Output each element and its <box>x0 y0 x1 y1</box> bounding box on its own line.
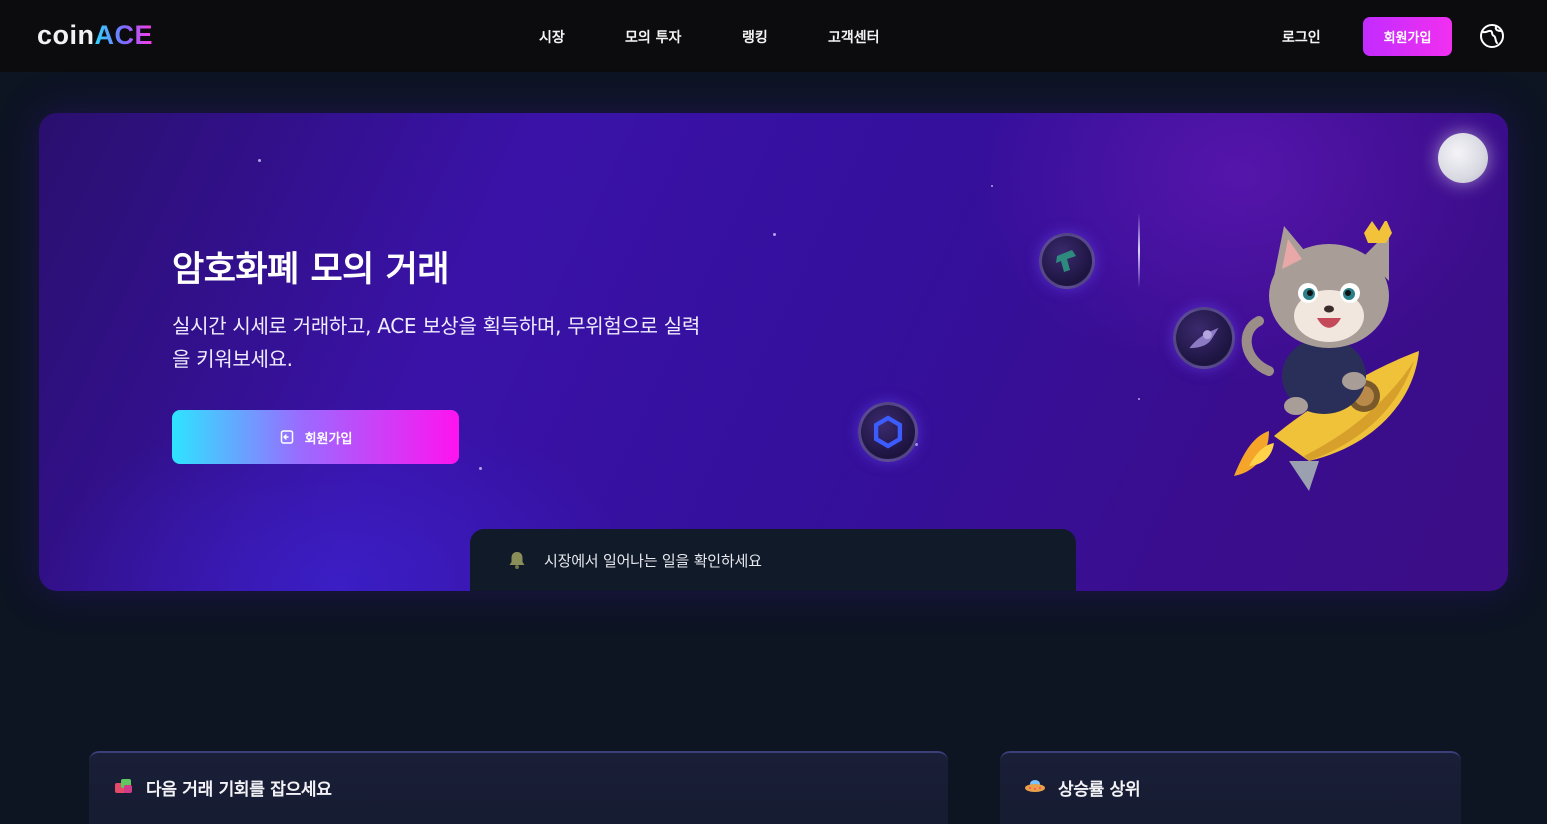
nav-item-mock-trading[interactable]: 모의 투자 <box>625 27 681 47</box>
shooting-star-decoration <box>1138 213 1140 288</box>
star-decoration <box>773 233 776 236</box>
top-gainers-panel-title: 상승률 상위 <box>1058 780 1141 800</box>
coin-illustration <box>1039 233 1095 289</box>
nav-item-market[interactable]: 시장 <box>539 27 565 47</box>
chainlink-coin-icon <box>873 415 903 449</box>
globe-icon[interactable] <box>1479 23 1505 49</box>
gift-icon <box>115 779 132 793</box>
top-navigation-bar: coin ACE 시장 모의 투자 랭킹 고객센터 로그인 회원가입 <box>0 0 1547 72</box>
nav-item-support[interactable]: 고객센터 <box>828 27 880 47</box>
bell-icon <box>509 552 525 569</box>
opportunity-panel: 다음 거래 기회를 잡으세요 <box>89 751 948 824</box>
star-decoration <box>1138 398 1140 400</box>
cat-rocket-mascot <box>1234 221 1419 491</box>
coinace-logo[interactable]: coin ACE <box>37 20 153 51</box>
moon-illustration <box>1438 133 1488 183</box>
opportunity-panel-title: 다음 거래 기회를 잡으세요 <box>146 780 332 800</box>
star-decoration <box>479 467 482 470</box>
signup-button-label: 회원가입 <box>304 431 353 447</box>
hero-subtitle: 실시간 시세로 거래하고, ACE 보상을 획득하며, 무위험으로 실력을 키워… <box>172 314 700 371</box>
login-link[interactable]: 로그인 <box>1282 27 1321 47</box>
coin-illustration <box>858 402 918 462</box>
hero-banner: 암호화폐 모의 거래 실시간 시세로 거래하고, ACE 보상을 획득하며, 무… <box>39 113 1508 591</box>
star-decoration <box>991 185 993 187</box>
signup-button-hero[interactable]: 회원가입 <box>172 410 459 464</box>
top-gainers-panel: 상승률 상위 <box>1000 751 1461 824</box>
hero-title: 암호화폐 모의 거래 <box>172 250 449 290</box>
nav-item-ranking[interactable]: 랭킹 <box>742 27 768 47</box>
logo-text-ace: ACE <box>94 20 154 50</box>
signup-icon <box>280 430 293 444</box>
tool-coin-icon <box>1056 250 1076 272</box>
star-decoration <box>258 159 261 162</box>
market-news-ticker[interactable]: 시장에서 일어나는 일을 확인하세요 <box>470 529 1076 591</box>
logo-text-coin: coin <box>37 20 95 50</box>
ticker-text: 시장에서 일어나는 일을 확인하세요 <box>544 551 762 570</box>
signup-button-header[interactable]: 회원가입 <box>1363 17 1452 56</box>
ufo-icon <box>1025 780 1045 792</box>
